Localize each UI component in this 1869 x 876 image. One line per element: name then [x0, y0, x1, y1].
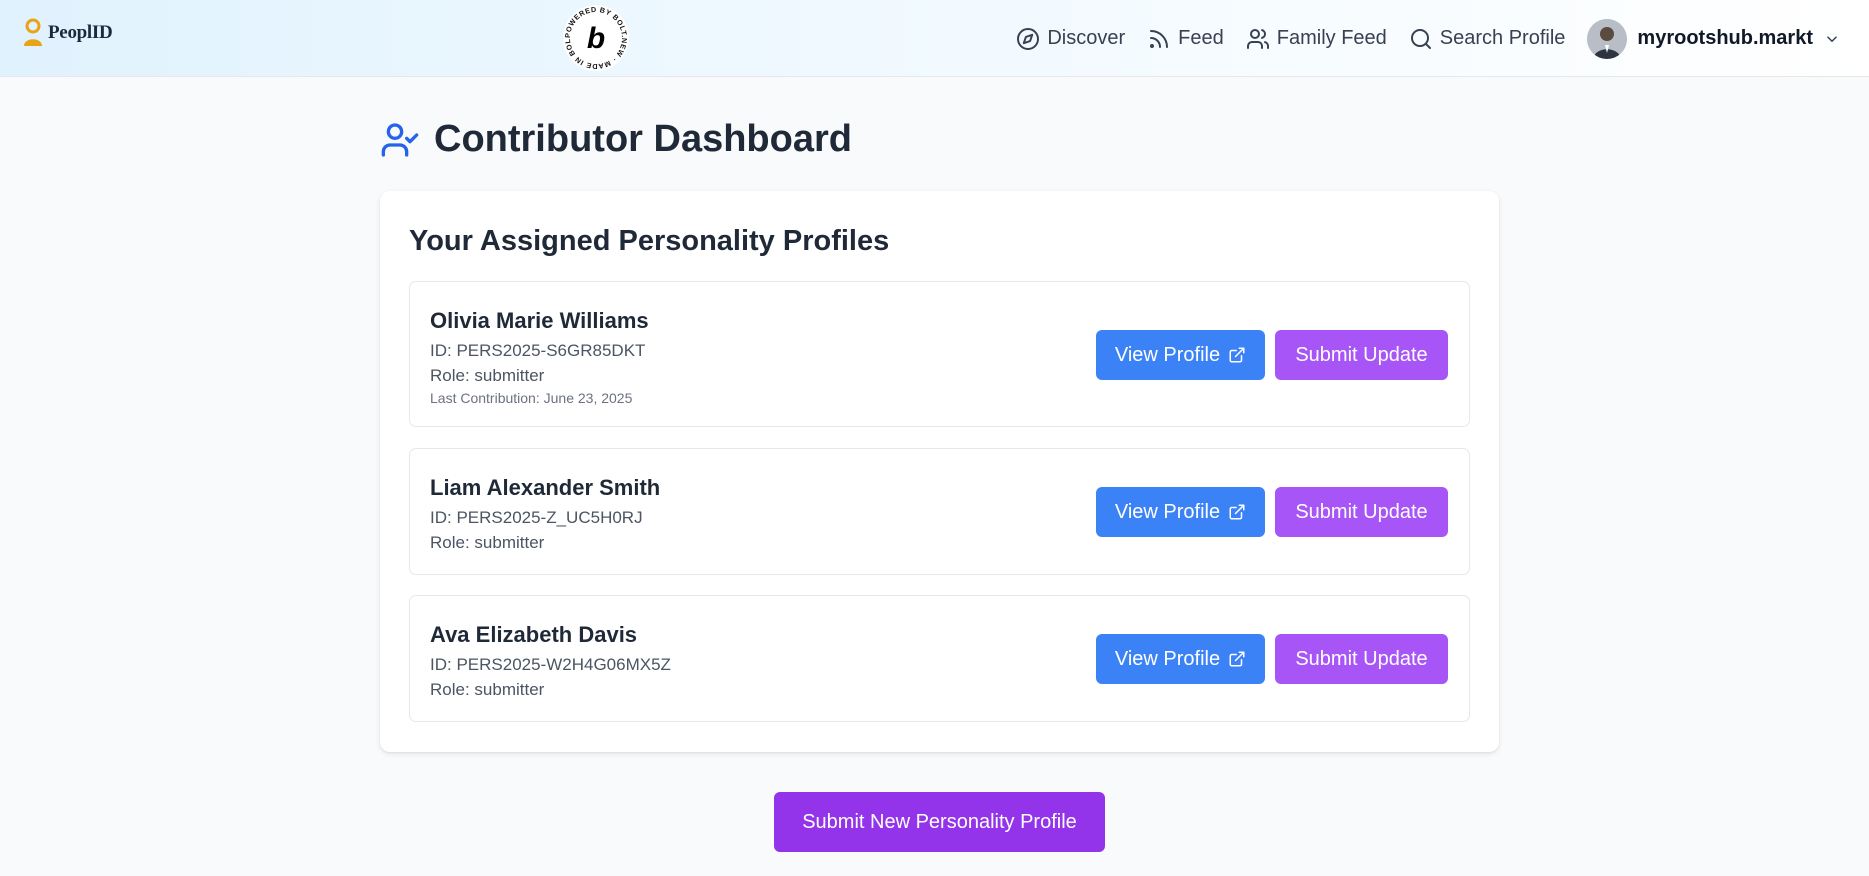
- chevron-down-icon: [1826, 35, 1838, 42]
- search-icon: [1410, 28, 1431, 49]
- profile-role: Role: submitter: [430, 366, 545, 385]
- submit-new-profile-button[interactable]: Submit New Personality Profile: [774, 792, 1105, 852]
- profile-item: Olivia Marie Williams ID: PERS2025-S6GR8…: [409, 281, 1470, 427]
- submit-update-label: Submit Update: [1295, 500, 1428, 523]
- username: myrootshub.markt: [1637, 27, 1813, 49]
- nav-discover-label: Discover: [1047, 27, 1126, 49]
- user-photo-icon: [1587, 18, 1628, 59]
- profile-role: Role: submitter: [430, 533, 545, 552]
- page-header: Contributor Dashboard: [380, 118, 852, 161]
- users-icon: [1246, 28, 1269, 49]
- nav-discover[interactable]: Discover: [1016, 27, 1125, 51]
- view-profile-button[interactable]: View Profile: [1096, 330, 1265, 380]
- external-link-icon: [1229, 651, 1245, 667]
- assigned-profiles-card: Your Assigned Personality Profiles Olivi…: [380, 191, 1499, 752]
- badge-letter: b: [587, 22, 605, 55]
- submit-update-button[interactable]: Submit Update: [1275, 634, 1448, 684]
- page-title: Contributor Dashboard: [434, 118, 852, 160]
- avatar: [1587, 18, 1628, 59]
- view-profile-label: View Profile: [1114, 647, 1221, 670]
- compass-icon: [1017, 27, 1040, 50]
- view-profile-button[interactable]: View Profile: [1096, 634, 1265, 684]
- user-check-icon: [381, 122, 419, 157]
- submit-update-button[interactable]: Submit Update: [1275, 487, 1448, 537]
- nav-family-feed[interactable]: Family Feed: [1246, 27, 1387, 51]
- card-title: Your Assigned Personality Profiles: [409, 225, 890, 257]
- profile-id: ID: PERS2025-Z_UC5H0RJ: [430, 508, 643, 527]
- nav-feed[interactable]: Feed: [1147, 27, 1224, 51]
- external-link-icon: [1229, 347, 1245, 363]
- nav-search-profile[interactable]: Search Profile: [1409, 27, 1566, 51]
- profile-id: ID: PERS2025-S6GR85DKT: [430, 341, 646, 360]
- profile-name: Olivia Marie Williams: [430, 308, 649, 333]
- profile-name: Liam Alexander Smith: [430, 475, 661, 500]
- nav-feed-label: Feed: [1178, 27, 1224, 49]
- external-link-icon: [1229, 504, 1245, 520]
- profile-last-contribution: Last Contribution: June 23, 2025: [430, 390, 633, 406]
- top-navbar: PeoplID POWERED BY BOLT.NEW · MADE IN BO…: [0, 0, 1869, 77]
- profile-item: Ava Elizabeth Davis ID: PERS2025-W2H4G06…: [409, 595, 1470, 722]
- view-profile-label: View Profile: [1114, 500, 1221, 523]
- profile-role: Role: submitter: [430, 680, 545, 699]
- user-menu[interactable]: myrootshub.markt: [1587, 18, 1841, 59]
- view-profile-button[interactable]: View Profile: [1096, 487, 1265, 537]
- brand-logo[interactable]: PeoplID: [20, 18, 113, 48]
- submit-update-label: Submit Update: [1295, 647, 1428, 670]
- profile-item: Liam Alexander Smith ID: PERS2025-Z_UC5H…: [409, 448, 1470, 575]
- submit-update-button[interactable]: Submit Update: [1275, 330, 1448, 380]
- nav-search-profile-label: Search Profile: [1439, 27, 1566, 49]
- view-profile-label: View Profile: [1114, 343, 1221, 366]
- logo-text: PeoplID: [48, 22, 113, 43]
- rss-icon: [1150, 29, 1169, 48]
- logo-person-icon: [24, 18, 42, 46]
- profile-id: ID: PERS2025-W2H4G06MX5Z: [430, 655, 671, 674]
- profile-name: Ava Elizabeth Davis: [430, 622, 638, 647]
- bolt-badge-icon[interactable]: POWERED BY BOLT.NEW · MADE IN BOLT.NEW ·…: [562, 4, 630, 72]
- nav-family-feed-label: Family Feed: [1276, 27, 1387, 49]
- main-nav: Discover Feed Family Feed Search Profile: [994, 0, 1841, 77]
- submit-update-label: Submit Update: [1295, 343, 1428, 366]
